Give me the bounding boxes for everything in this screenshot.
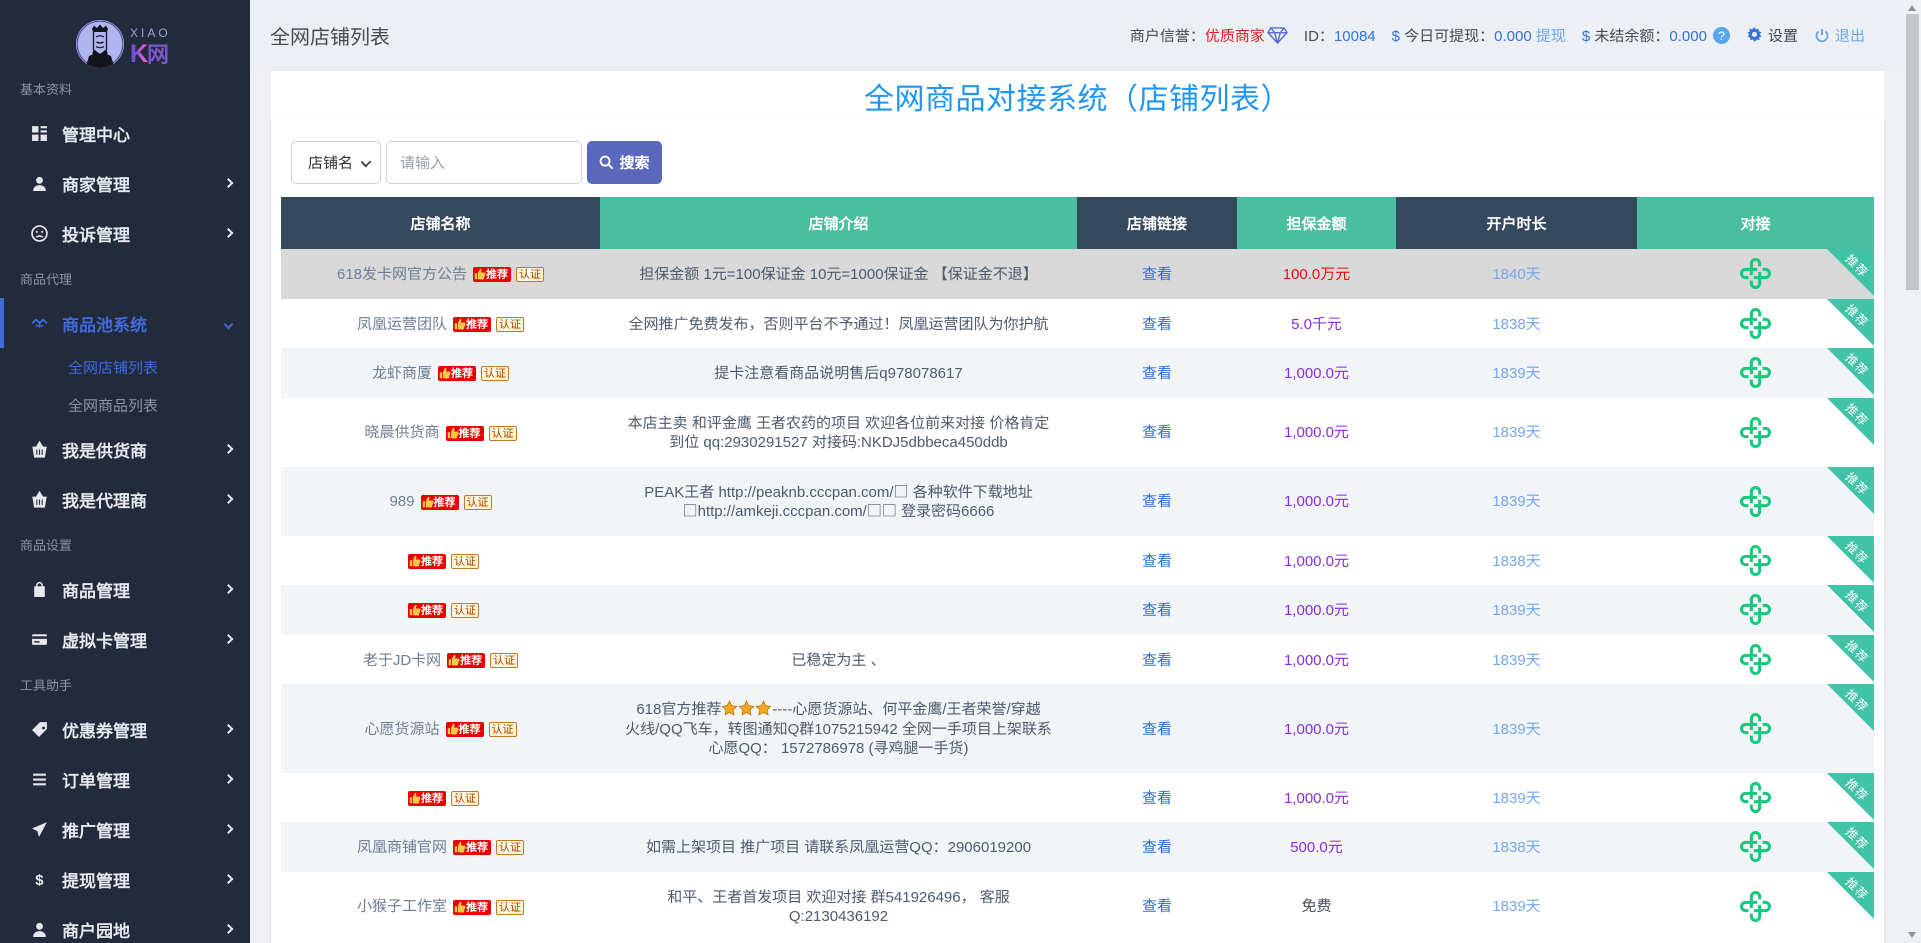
svg-text:网: 网 — [147, 41, 169, 67]
svg-text:$: $ — [35, 872, 44, 887]
svg-text:K: K — [130, 41, 148, 67]
